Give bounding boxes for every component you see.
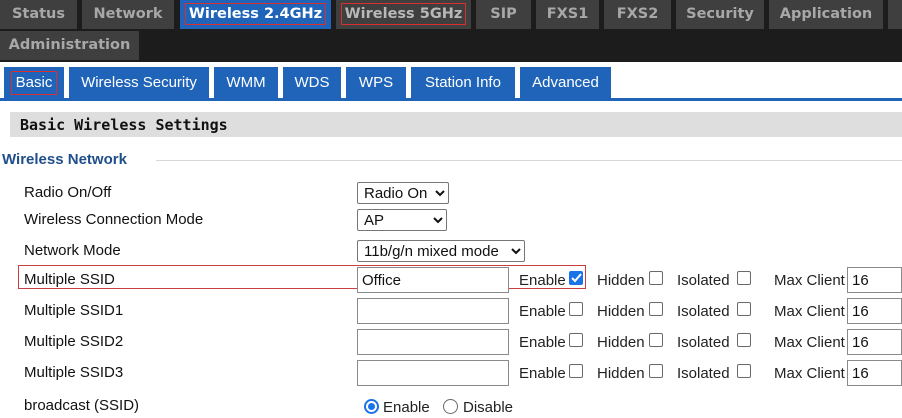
tab-overflow[interactable] xyxy=(888,0,902,29)
sub-navigation: Basic Wireless Security WMM WDS WPS Stat… xyxy=(0,62,902,100)
broadcast-disable-label: Disable xyxy=(463,399,514,416)
tab-security[interactable]: Security xyxy=(676,0,764,29)
hidden-label: Hidden xyxy=(597,365,645,382)
enable-checkbox[interactable] xyxy=(569,302,583,316)
hidden-label: Hidden xyxy=(597,303,645,320)
max-client-input[interactable] xyxy=(847,267,902,293)
hidden-label: Hidden xyxy=(597,334,645,351)
tab-label: SIP xyxy=(490,6,517,22)
ssid-input[interactable] xyxy=(357,267,509,293)
hidden-checkbox[interactable] xyxy=(649,302,663,316)
tab-fxs2[interactable]: FXS2 xyxy=(604,0,671,29)
tab-label: Wireless 2.4GHz xyxy=(184,3,327,25)
subtab-label: Basic xyxy=(10,71,58,95)
isolated-checkbox[interactable] xyxy=(737,302,751,316)
enable-label: Enable xyxy=(519,303,566,320)
subtab-label: WPS xyxy=(358,74,394,91)
isolated-label: Isolated xyxy=(677,365,730,382)
tab-wireless-24ghz[interactable]: Wireless 2.4GHz xyxy=(180,0,331,29)
enable-checkbox[interactable] xyxy=(569,333,583,347)
ssid2-input[interactable] xyxy=(357,329,509,355)
ssid-label: Multiple SSID xyxy=(24,271,115,288)
hidden-checkbox[interactable] xyxy=(649,271,663,285)
tab-fxs1[interactable]: FXS1 xyxy=(536,0,599,29)
fieldset-divider xyxy=(156,160,902,161)
subtab-wireless-security[interactable]: Wireless Security xyxy=(69,67,209,99)
top-navigation: Status Network Wireless 2.4GHz Wireless … xyxy=(0,0,902,62)
ssid3-label: Multiple SSID3 xyxy=(24,364,124,381)
subtab-label: Advanced xyxy=(532,74,599,91)
hidden-checkbox[interactable] xyxy=(649,333,663,347)
enable-checkbox[interactable] xyxy=(569,364,583,378)
section-header: Basic Wireless Settings xyxy=(10,112,902,137)
connection-mode-label: Wireless Connection Mode xyxy=(24,211,204,228)
broadcast-ssid-label: broadcast (SSID) xyxy=(24,397,140,414)
max-client-input[interactable] xyxy=(847,298,902,324)
tab-label: FXS2 xyxy=(616,6,659,22)
isolated-label: Isolated xyxy=(677,334,730,351)
subtab-label: WMM xyxy=(226,74,266,91)
enable-label: Enable xyxy=(519,334,566,351)
ssid1-input[interactable] xyxy=(357,298,509,324)
enable-label: Enable xyxy=(519,272,566,289)
tab-label: Security xyxy=(686,6,754,22)
tab-wireless-5ghz[interactable]: Wireless 5GHz xyxy=(336,0,471,29)
subtab-station-info[interactable]: Station Info xyxy=(411,67,515,99)
tab-network[interactable]: Network xyxy=(82,0,174,29)
subtab-label: Wireless Security xyxy=(81,74,197,91)
subtab-wps[interactable]: WPS xyxy=(346,67,406,99)
ssid3-input[interactable] xyxy=(357,360,509,386)
tab-sip[interactable]: SIP xyxy=(476,0,531,29)
subtab-label: Station Info xyxy=(425,74,501,91)
isolated-checkbox[interactable] xyxy=(737,333,751,347)
section-title: Basic Wireless Settings xyxy=(20,116,228,134)
subtab-wds[interactable]: WDS xyxy=(283,67,341,99)
network-mode-select[interactable]: 11b/g/n mixed mode xyxy=(357,240,525,262)
tab-label: Administration xyxy=(8,37,131,53)
isolated-label: Isolated xyxy=(677,272,730,289)
tab-label: Network xyxy=(93,6,163,22)
subtab-advanced[interactable]: Advanced xyxy=(520,67,611,99)
subtab-wmm[interactable]: WMM xyxy=(214,67,278,99)
max-client-input[interactable] xyxy=(847,329,902,355)
max-client-label: Max Client xyxy=(774,365,845,382)
isolated-label: Isolated xyxy=(677,303,730,320)
tab-label: Wireless 5GHz xyxy=(340,3,467,25)
hidden-label: Hidden xyxy=(597,272,645,289)
ssid2-label: Multiple SSID2 xyxy=(24,333,124,350)
subnav-divider xyxy=(0,98,902,101)
subtab-label: WDS xyxy=(294,74,330,91)
max-client-label: Max Client xyxy=(774,303,845,320)
radio-onoff-label: Radio On/Off xyxy=(24,184,112,201)
isolated-checkbox[interactable] xyxy=(737,271,751,285)
isolated-checkbox[interactable] xyxy=(737,364,751,378)
hidden-checkbox[interactable] xyxy=(649,364,663,378)
checkmark-icon xyxy=(571,273,582,283)
ssid1-label: Multiple SSID1 xyxy=(24,302,124,319)
tab-label: Application xyxy=(779,6,873,22)
fieldset-legend: Wireless Network xyxy=(2,151,127,168)
enable-label: Enable xyxy=(519,365,566,382)
tab-administration[interactable]: Administration xyxy=(0,31,139,60)
max-client-label: Max Client xyxy=(774,272,845,289)
tab-label: FXS1 xyxy=(546,6,589,22)
radio-onoff-select[interactable]: Radio On xyxy=(357,182,449,204)
connection-mode-select[interactable]: AP xyxy=(357,209,447,231)
broadcast-disable-radio[interactable] xyxy=(443,399,458,414)
max-client-input[interactable] xyxy=(847,360,902,386)
max-client-label: Max Client xyxy=(774,334,845,351)
tab-label: Status xyxy=(11,6,66,22)
tab-application[interactable]: Application xyxy=(769,0,883,29)
tab-status[interactable]: Status xyxy=(0,0,77,29)
broadcast-enable-radio[interactable] xyxy=(364,399,379,414)
broadcast-enable-label: Enable xyxy=(383,399,430,416)
enable-checkbox[interactable] xyxy=(569,271,583,285)
network-mode-label: Network Mode xyxy=(24,242,121,259)
subtab-basic[interactable]: Basic xyxy=(4,67,64,99)
